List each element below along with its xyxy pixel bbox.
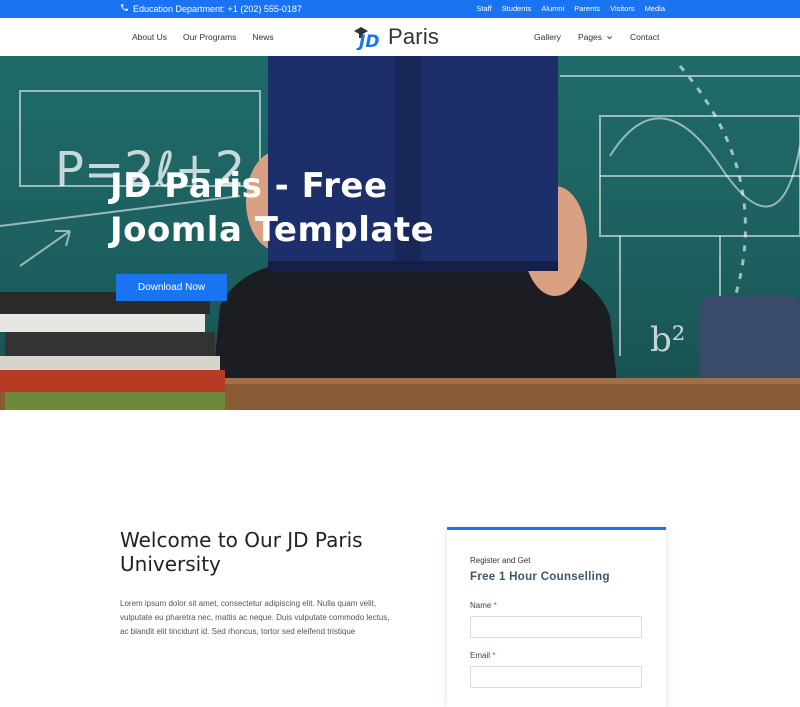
contact-text: Education Department: +1 (202) 555-0187 bbox=[133, 3, 302, 14]
counselling-form-card: Register and Get Free 1 Hour Counselling… bbox=[447, 527, 666, 707]
toplink-staff[interactable]: Staff bbox=[476, 4, 491, 13]
logo-mark-text: JD bbox=[356, 32, 379, 50]
nav-pages[interactable]: Pages bbox=[578, 32, 613, 42]
welcome-heading: Welcome to Our JD Paris University bbox=[120, 528, 363, 576]
graduation-cap-icon: JD bbox=[352, 24, 386, 52]
hero-title-line-1: JD Paris - Free bbox=[110, 166, 388, 206]
board-formula-b2: b² bbox=[650, 320, 685, 360]
email-field-label: Email * bbox=[470, 651, 495, 660]
nav-news[interactable]: News bbox=[252, 32, 273, 42]
nav-contact[interactable]: Contact bbox=[630, 32, 659, 42]
welcome-body-text: Lorem ipsum dolor sit amet, consectetur … bbox=[120, 599, 390, 636]
form-kicker: Register and Get bbox=[470, 556, 531, 565]
contact-info: Education Department: +1 (202) 555-0187 bbox=[120, 3, 302, 14]
email-input[interactable] bbox=[470, 666, 642, 688]
toplink-alumni[interactable]: Alumni bbox=[541, 4, 564, 13]
name-input[interactable] bbox=[470, 616, 642, 638]
top-links: Staff Students Alumni Parents Visitors M… bbox=[476, 4, 665, 13]
name-field-label: Name * bbox=[470, 601, 497, 610]
hero-banner: P=2ℓ+2 b² JD Paris - Free Joomla Templat… bbox=[0, 56, 800, 410]
chevron-down-icon bbox=[606, 34, 613, 41]
phone-icon bbox=[120, 3, 129, 14]
toplink-visitors[interactable]: Visitors bbox=[610, 4, 634, 13]
toplink-media[interactable]: Media bbox=[645, 4, 665, 13]
name-required-mark: * bbox=[493, 601, 497, 610]
name-label-text: Name bbox=[470, 601, 492, 610]
toplink-parents[interactable]: Parents bbox=[574, 4, 600, 13]
nav-our-programs[interactable]: Our Programs bbox=[183, 32, 236, 42]
download-now-button[interactable]: Download Now bbox=[116, 274, 227, 301]
logo-text: Paris bbox=[388, 24, 440, 49]
main-navbar: About Us Our Programs News JD Paris Gall… bbox=[0, 18, 800, 56]
hero-title: JD Paris - Free Joomla Template bbox=[110, 164, 510, 252]
form-title: Free 1 Hour Counselling bbox=[470, 571, 610, 583]
email-label-text: Email bbox=[470, 651, 491, 660]
site-logo[interactable]: JD Paris bbox=[352, 24, 440, 52]
nav-left: About Us Our Programs News bbox=[132, 32, 274, 42]
nav-right: Gallery Pages Contact bbox=[534, 32, 659, 42]
hero-title-line-2: Joomla Template bbox=[110, 210, 435, 250]
nav-about-us[interactable]: About Us bbox=[132, 32, 167, 42]
nav-pages-label: Pages bbox=[577, 32, 603, 42]
email-required-mark: * bbox=[492, 651, 496, 660]
top-bar: Education Department: +1 (202) 555-0187 … bbox=[0, 0, 800, 18]
toplink-students[interactable]: Students bbox=[502, 4, 532, 13]
nav-gallery[interactable]: Gallery bbox=[534, 32, 561, 42]
